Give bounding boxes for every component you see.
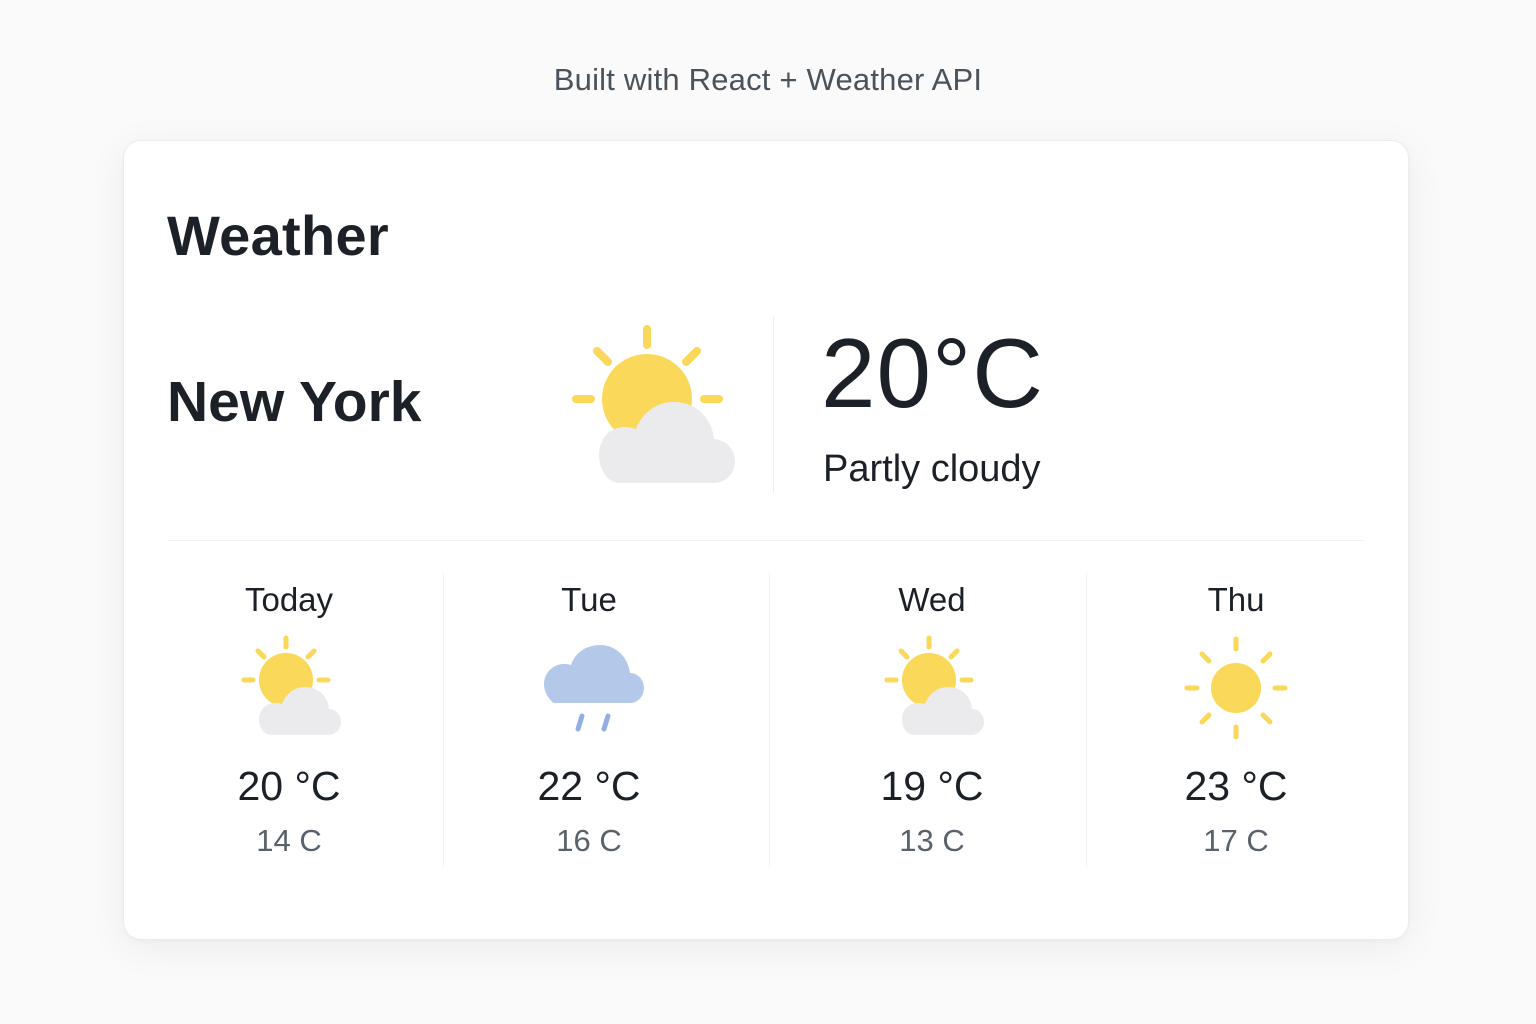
forecast-low: 14 C [256,823,322,858]
forecast-column-divider [1086,573,1087,867]
section-divider [168,540,1364,541]
current-temperature: 20°C [821,318,1044,428]
sun-icon [1184,636,1288,740]
partly-cloudy-icon [884,635,984,735]
forecast-day-wed: Wed 19 °C 13 C [811,573,1053,867]
forecast-low: 16 C [556,823,622,858]
forecast-day-today: Today 20 °C 14 C [168,573,410,867]
forecast-high: 22 °C [537,763,641,809]
forecast-day-label: Thu [1207,581,1265,618]
forecast-low: 17 C [1203,823,1269,858]
forecast-row: Today 20 °C 14 C Tue 22 °C 16 C Wed 19 °… [168,573,1364,867]
card-title: Weather [167,204,390,267]
partly-cloudy-icon [241,635,341,735]
forecast-day-label: Tue [561,581,617,618]
forecast-day-label: Wed [898,581,966,618]
forecast-low: 13 C [899,823,965,858]
current-condition: Partly cloudy [823,448,1041,490]
weather-card: Weather New York 20°C Partly cloudy Toda… [123,140,1409,940]
forecast-high: 19 °C [880,763,984,809]
footer-caption: Built with React + Weather API [553,62,983,97]
rain-cloud-icon [544,645,644,732]
forecast-day-thu: Thu 23 °C 17 C [1115,573,1357,867]
forecast-day-label: Today [244,581,334,618]
forecast-high: 23 °C [1184,763,1288,809]
partly-cloudy-icon [572,325,735,483]
forecast-day-tue: Tue 22 °C 16 C [468,573,710,867]
city-name: New York [167,370,422,434]
forecast-column-divider [443,573,444,867]
current-divider [773,317,774,493]
forecast-column-divider [769,573,770,867]
forecast-high: 20 °C [237,763,341,809]
